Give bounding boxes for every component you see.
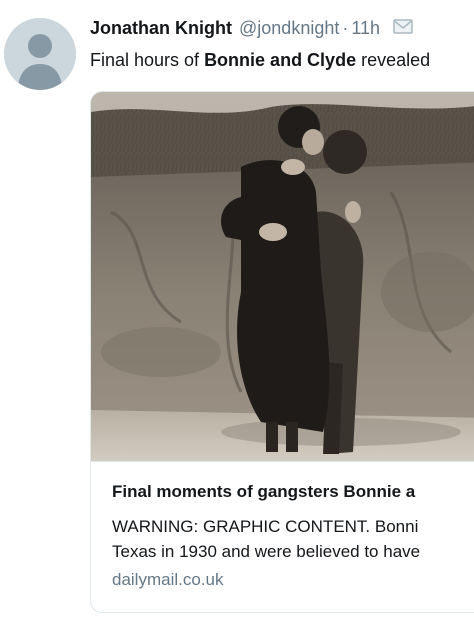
user-handle[interactable]: @jondknight	[239, 18, 339, 38]
default-avatar-icon	[4, 18, 76, 90]
tweet-text: Final hours of Bonnie and Clyde revealed	[90, 48, 430, 72]
card-domain[interactable]: dailymail.co.uk	[112, 569, 224, 591]
card-description-line-2: Texas in 1930 and were believed to have	[112, 542, 421, 561]
tweet-text-suffix: revealed	[356, 50, 431, 70]
card-description-line-1: WARNING: GRAPHIC CONTENT. Bonni	[112, 517, 419, 536]
link-card[interactable]: Final moments of gangsters Bonnie a WARN…	[90, 91, 474, 613]
tweet-text-prefix: Final hours of	[90, 50, 205, 70]
separator: ·	[342, 18, 349, 38]
card-photo[interactable]	[91, 92, 474, 461]
tweet[interactable]: Jonathan Knight @jondknight · 11h Final ho…	[0, 0, 474, 632]
avatar[interactable]	[4, 18, 76, 90]
envelope-icon[interactable]	[393, 16, 413, 40]
tweet-text-bold: Bonnie and Clyde	[204, 50, 357, 70]
card-title[interactable]: Final moments of gangsters Bonnie a	[112, 481, 415, 503]
tweet-header: Jonathan Knight @jondknight · 11h	[90, 16, 413, 41]
timestamp[interactable]: 11h	[351, 18, 380, 38]
display-name[interactable]: Jonathan Knight	[90, 18, 232, 38]
card-description: WARNING: GRAPHIC CONTENT. Bonni Texas in…	[112, 514, 420, 564]
card-body[interactable]: Final moments of gangsters Bonnie a WARN…	[91, 461, 474, 612]
